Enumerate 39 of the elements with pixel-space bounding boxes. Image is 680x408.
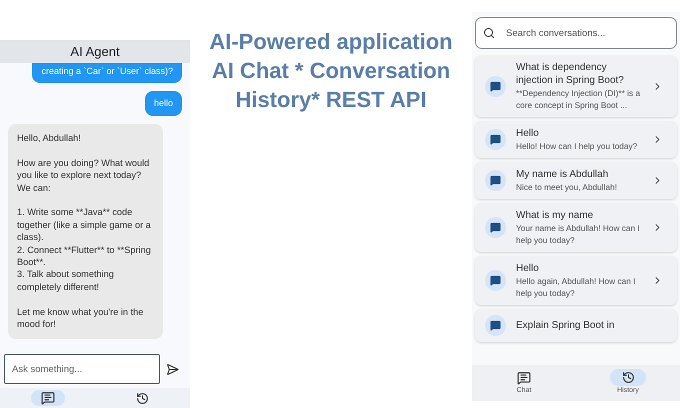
conversation-card[interactable]: My name is Abdullah Nice to meet you, Abdullah!: [475, 162, 677, 199]
conversation-preview: Hello! How can I help you today?: [516, 140, 638, 152]
chat-avatar-icon: [485, 76, 506, 96]
chat-icon: [40, 391, 54, 405]
user-message: hello: [144, 90, 182, 116]
headline-text: AI Chat * Conversation: [212, 57, 450, 85]
conversation-title: What is my name: [516, 209, 594, 222]
search-field[interactable]: Search conversations...: [475, 17, 677, 49]
user-message: creating a `Car` or `User` class)?: [32, 63, 182, 82]
conversation-title: Explain Spring Boot in: [516, 319, 616, 332]
chat-avatar-icon: [485, 129, 506, 150]
search-icon: [483, 27, 495, 39]
send-icon[interactable]: [166, 362, 179, 376]
conversation-card[interactable]: Hello Hello again, Abdullah! How can I help you today?: [475, 256, 677, 305]
assistant-message: Hello, Abdullah! How are you doing? What would you like to explore next today? We can: 1. Write some **Java** code together (like a simple game or a class). 2. Connect **Flutter** to **Spring Boot**. 3. Talk about something completely different! Let me know what you're in the mood for!: [8, 124, 163, 338]
conversation-card[interactable]: Hello Hello! How can I help you today?: [475, 121, 677, 158]
conversation-title: My name is Abdullah: [516, 168, 610, 181]
chat-avatar-icon: [485, 217, 506, 238]
conversation-preview: Nice to meet you, Abdullah!: [516, 181, 618, 193]
conversation-preview: Your name is Abdullah! How can I help you today?: [516, 222, 641, 246]
conversation-card[interactable]: What is dependency injection in Spring Boot? **Dependency Injection (DI)** is a core concept in Spring Boot ...: [475, 55, 677, 117]
conversation-title: Hello: [516, 127, 540, 140]
history-icon: [622, 371, 634, 384]
app-bar-title: AI Agent: [0, 40, 190, 63]
history-icon: [136, 392, 149, 404]
conversation-title: What is dependency injection in Spring Boot?: [516, 61, 625, 87]
chat-avatar-icon: [485, 315, 506, 336]
conversation-preview: **Dependency Injection (DI)** is a core concept in Spring Boot ...: [516, 87, 642, 111]
headline-text: AI-Powered application: [209, 28, 453, 56]
message-input[interactable]: Ask something...: [4, 354, 160, 384]
chat-avatar-icon: [485, 170, 506, 191]
chat-icon: [517, 370, 531, 384]
conversation-title: Hello: [516, 262, 540, 275]
conversation-card[interactable]: Explain Spring Boot in: [475, 309, 677, 342]
headline-text: History* REST API: [235, 86, 427, 114]
conversation-card[interactable]: What is my name Your name is Abdullah! How can I help you today?: [475, 203, 677, 252]
conversation-preview: Hello again, Abdullah! How can I help you today?: [516, 275, 636, 299]
chat-avatar-icon: [485, 270, 506, 291]
nav-tab[interactable]: [30, 390, 64, 406]
